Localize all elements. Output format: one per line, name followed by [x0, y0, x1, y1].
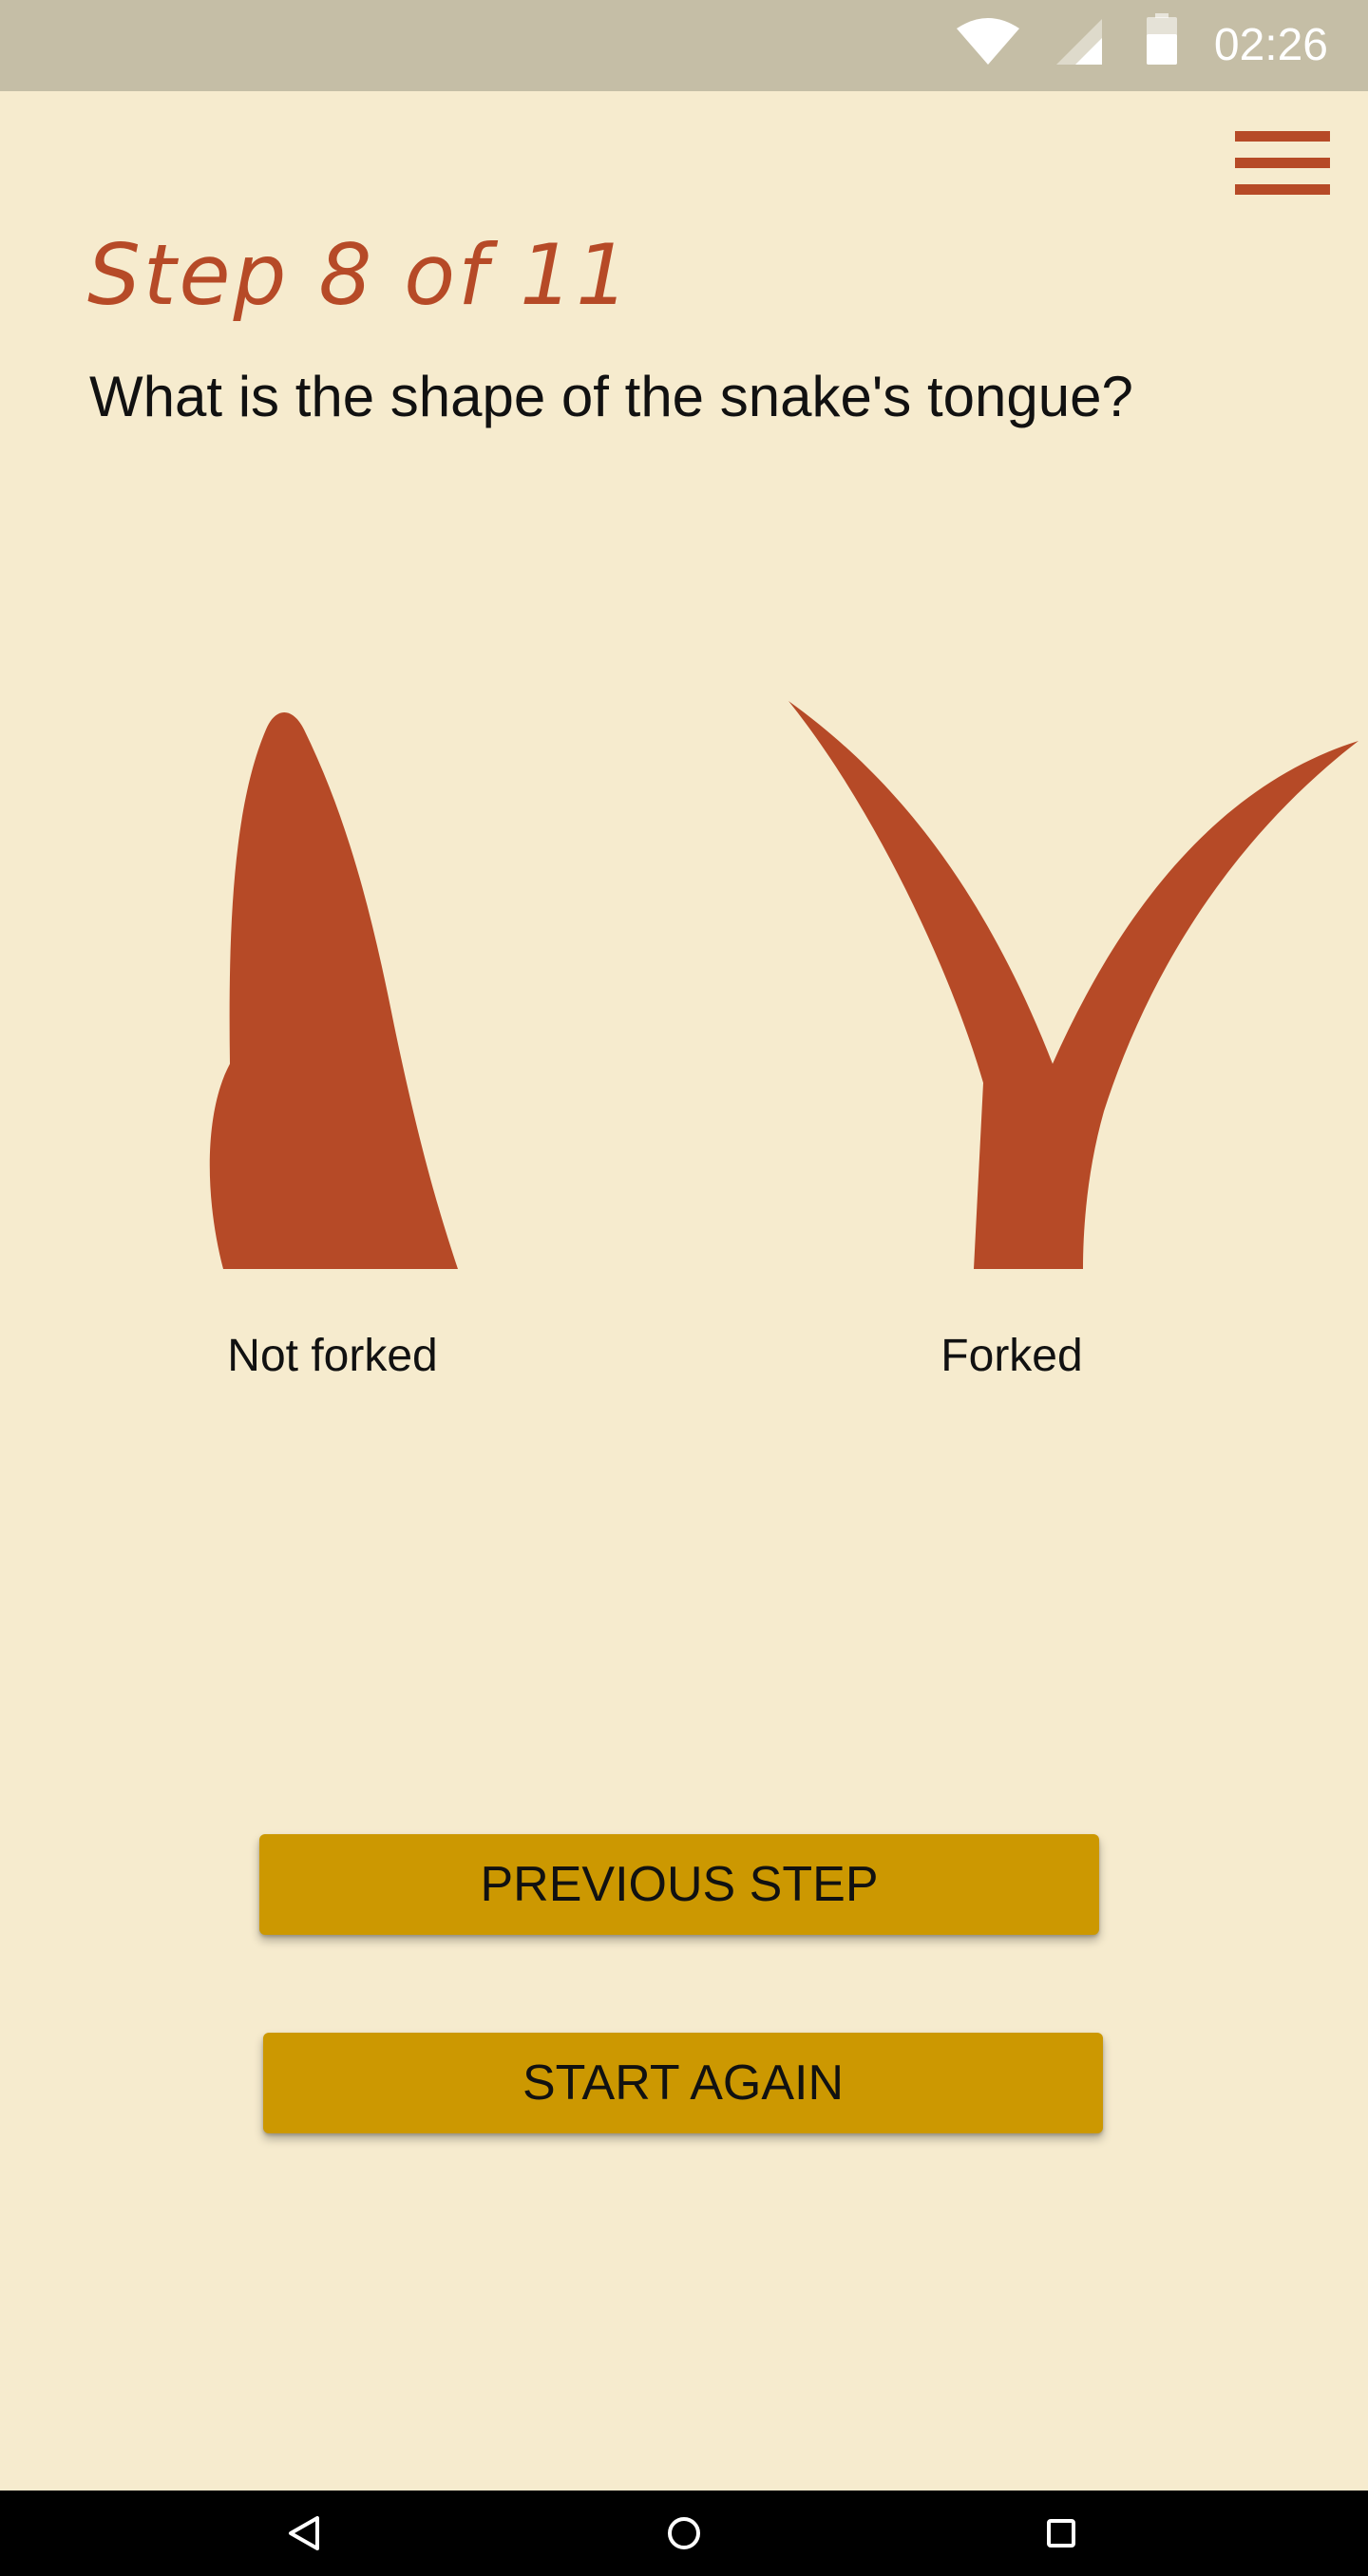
step-title: Step 8 of 11 [87, 226, 633, 324]
question-text: What is the shape of the snake's tongue? [89, 365, 1133, 428]
menu-bar-top [1235, 131, 1330, 142]
back-button[interactable] [247, 2491, 361, 2576]
previous-step-button[interactable]: PREVIOUS STEP [259, 1834, 1099, 1935]
back-icon [289, 2516, 319, 2550]
recents-icon [1047, 2519, 1075, 2548]
navigation-bar [0, 2491, 1368, 2576]
home-button[interactable] [627, 2491, 741, 2576]
status-time: 02:26 [1213, 20, 1328, 70]
recents-button[interactable] [1004, 2491, 1118, 2576]
tongue-forked-illustration [788, 701, 1358, 1269]
start-again-button[interactable]: START AGAIN [263, 2033, 1103, 2133]
status-bar: 02:26 [0, 0, 1368, 91]
battery-icon [1147, 13, 1177, 65]
menu-bar-middle [1235, 158, 1330, 168]
option-not-forked[interactable]: Not forked [180, 703, 484, 1406]
option-forked[interactable]: Forked [788, 693, 1368, 1406]
option-label-forked: Forked [940, 1331, 1083, 1381]
wifi-icon [957, 18, 1019, 65]
hamburger-menu-icon[interactable] [1226, 123, 1340, 203]
option-label-not-forked: Not forked [227, 1331, 438, 1381]
cell-signal-icon [1056, 19, 1102, 65]
home-icon [668, 2517, 700, 2549]
tongue-not-forked-illustration [209, 712, 458, 1269]
menu-bar-bottom [1235, 184, 1330, 195]
